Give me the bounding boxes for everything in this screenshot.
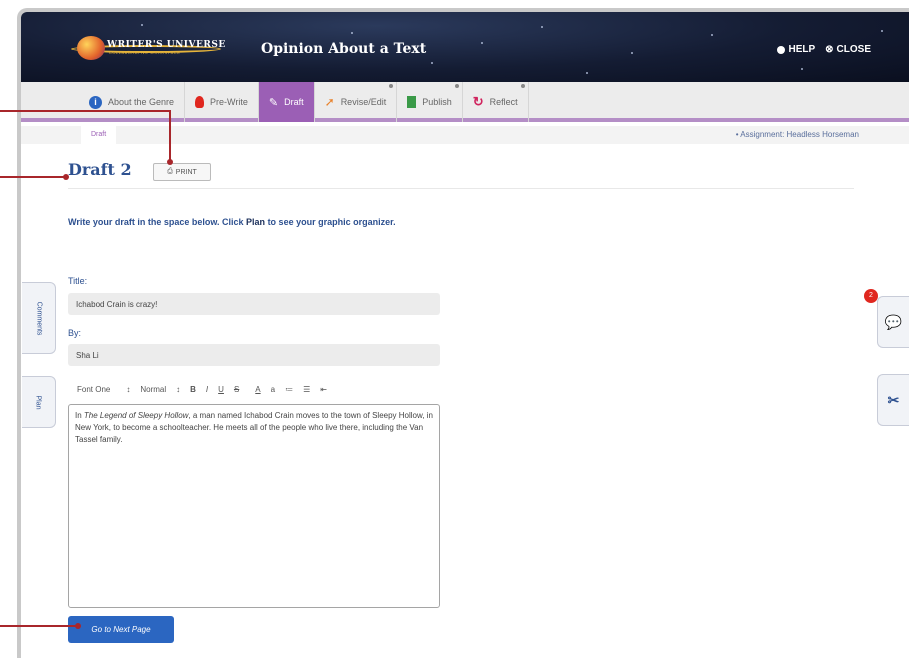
tab-label: Revise/Edit bbox=[340, 97, 387, 107]
plan-label: Plan bbox=[34, 394, 42, 410]
callout-line-title bbox=[0, 176, 66, 178]
tab-pre-write[interactable]: Pre-Write bbox=[185, 82, 259, 122]
callout-line-print bbox=[0, 110, 170, 112]
help-icon bbox=[777, 45, 786, 54]
editor-italic-text: The Legend of Sleepy Hollow bbox=[83, 411, 189, 420]
cursor-icon: ➚ bbox=[324, 95, 335, 109]
callout-line-next bbox=[0, 625, 78, 627]
refresh-icon: ↻ bbox=[472, 94, 484, 109]
instructions: Write your draft in the space below. Cli… bbox=[68, 215, 448, 229]
callout-dot-next bbox=[75, 623, 81, 629]
clear-format-icon[interactable]: ⇤ bbox=[320, 385, 327, 394]
close-icon: ⊗ bbox=[825, 44, 834, 55]
document-icon bbox=[407, 96, 417, 108]
app-logo: WRITER'S UNIVERSE COLLABORATIVE WORKSPAC… bbox=[71, 36, 227, 60]
info-icon: i bbox=[89, 95, 102, 109]
help-label: HELP bbox=[788, 44, 816, 55]
size-select-chevron-icon: ↕ bbox=[176, 385, 181, 394]
font-select[interactable]: Font One bbox=[77, 385, 110, 394]
close-label: CLOSE bbox=[836, 44, 871, 55]
tab-revise-edit[interactable]: ➚ Revise/Edit bbox=[315, 82, 398, 122]
callout-line-print-vertical bbox=[169, 110, 171, 162]
notification-badge: 2 bbox=[864, 289, 878, 303]
plan-keyword: Plan bbox=[246, 217, 266, 227]
tools-side-tab[interactable]: ✂ bbox=[877, 374, 909, 426]
bullet-list-icon[interactable]: ☰ bbox=[303, 385, 310, 394]
assignment-link[interactable]: • Assignment: Headless Horseman bbox=[736, 130, 859, 139]
app-window: WRITER'S UNIVERSE COLLABORATIVE WORKSPAC… bbox=[17, 8, 909, 658]
close-link[interactable]: ⊗ CLOSE bbox=[825, 44, 871, 55]
pencil-icon: ✎ bbox=[268, 96, 279, 109]
tab-draft[interactable]: ✎ Draft bbox=[258, 82, 315, 122]
tab-label: Pre-Write bbox=[210, 97, 248, 107]
logo-text: WRITER'S UNIVERSE bbox=[107, 40, 226, 50]
breadcrumb[interactable]: Draft bbox=[81, 126, 117, 144]
next-page-button[interactable]: Go to Next Page bbox=[68, 616, 174, 643]
page-title: Draft 2 bbox=[68, 160, 132, 179]
help-link[interactable]: HELP bbox=[777, 44, 815, 55]
editor-text: In bbox=[75, 411, 84, 420]
instructions-text-end: to see your graphic organizer. bbox=[265, 217, 396, 227]
by-field[interactable]: Sha Li bbox=[68, 344, 440, 366]
ordered-list-icon[interactable]: ≔ bbox=[285, 385, 293, 394]
strike-button[interactable]: S bbox=[234, 385, 239, 394]
lightbulb-icon bbox=[195, 96, 205, 108]
tools-icon: ✂ bbox=[887, 391, 900, 408]
bold-button[interactable]: B bbox=[190, 385, 196, 394]
app-header: WRITER'S UNIVERSE COLLABORATIVE WORKSPAC… bbox=[21, 12, 909, 82]
chat-icon: 💬 bbox=[884, 313, 903, 330]
app-title: Opinion About a Text bbox=[261, 41, 427, 57]
callout-dot-print bbox=[167, 159, 173, 165]
text-color-button[interactable]: A bbox=[255, 385, 260, 394]
printer-icon: ⎙ bbox=[167, 168, 173, 175]
title-field[interactable]: Ichabod Crain is crazy! bbox=[68, 293, 440, 315]
print-button[interactable]: ⎙ PRINT bbox=[153, 163, 211, 181]
underline-button[interactable]: U bbox=[218, 385, 224, 394]
comments-label: Comments bbox=[35, 301, 42, 335]
draft-editor[interactable]: In The Legend of Sleepy Hollow, a man na… bbox=[68, 404, 440, 608]
tab-reflect[interactable]: ↻ Reflect bbox=[463, 82, 529, 122]
tab-label: Draft bbox=[284, 97, 304, 107]
sub-navigation: Draft • Assignment: Headless Horseman bbox=[21, 126, 909, 144]
tab-publish[interactable]: Publish bbox=[397, 82, 463, 122]
step-tabbar: i About the Genre Pre-Write ✎ Draft ➚ Re… bbox=[21, 82, 909, 122]
chat-side-tab[interactable]: 💬 bbox=[877, 296, 909, 348]
plan-side-tab[interactable]: Plan bbox=[22, 376, 56, 428]
header-links: HELP ⊗ CLOSE bbox=[777, 44, 871, 55]
callout-dot-title bbox=[63, 174, 69, 180]
instructions-text: Write your draft in the space below. Cli… bbox=[68, 217, 247, 227]
size-chevron-icon: ↕ bbox=[126, 385, 131, 394]
title-label: Title: bbox=[68, 276, 88, 286]
tab-label: Publish bbox=[422, 97, 452, 107]
logo-subtext: COLLABORATIVE WORKSPACE bbox=[109, 50, 181, 55]
comments-side-tab[interactable]: Comments bbox=[22, 282, 56, 354]
italic-button[interactable]: I bbox=[206, 385, 208, 394]
by-label: By: bbox=[68, 328, 82, 338]
size-select[interactable]: Normal bbox=[140, 385, 166, 394]
print-label: PRINT bbox=[175, 168, 197, 176]
editor-toolbar: Font One ↕ Normal ↕ B I U S A a ≔ ☰ ⇤ bbox=[77, 385, 327, 394]
divider bbox=[68, 188, 854, 189]
tab-label: About the Genre bbox=[108, 97, 175, 107]
highlight-button[interactable]: a bbox=[271, 385, 275, 394]
tab-label: Reflect bbox=[489, 97, 518, 107]
